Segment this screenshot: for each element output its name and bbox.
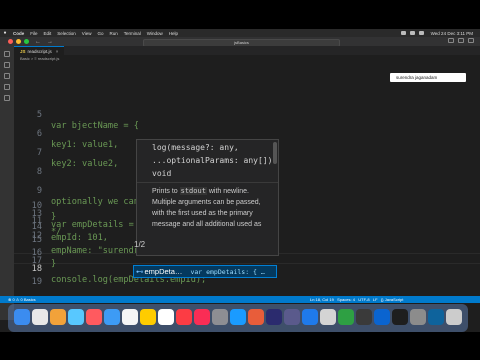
- explorer-icon[interactable]: [4, 51, 10, 57]
- doc-line: message and all additional used as: [152, 221, 262, 228]
- dock-app-icon[interactable]: [86, 309, 102, 325]
- dock-app-icon[interactable]: [356, 309, 372, 325]
- parameter-hint-tooltip: log(message?: any, ...optionalParams: an…: [136, 139, 279, 256]
- search-icon[interactable]: [418, 31, 424, 35]
- dock-app-icon[interactable]: [284, 309, 300, 325]
- extensions-icon[interactable]: [4, 95, 10, 101]
- menu-edit[interactable]: Edit: [41, 31, 55, 36]
- close-window-button[interactable]: [8, 39, 13, 44]
- dock-app-icon[interactable]: [410, 309, 426, 325]
- dock-app-icon[interactable]: [446, 309, 462, 325]
- dock-app-icon[interactable]: [14, 309, 30, 325]
- user-name-chip: surendra jaganadam: [390, 73, 466, 82]
- tooltip-scrollbar[interactable]: [273, 142, 277, 164]
- toggle-panel-icon[interactable]: [458, 38, 464, 43]
- menu-go[interactable]: Go: [94, 31, 106, 36]
- code-line: 5 var bjectName = {: [14, 99, 480, 131]
- dock-app-icon[interactable]: [50, 309, 66, 325]
- battery-icon[interactable]: [409, 31, 415, 35]
- dock-app-icon[interactable]: [320, 309, 336, 325]
- suggestion-label: empDeta…: [144, 267, 183, 276]
- menu-file[interactable]: File: [27, 31, 40, 36]
- dock-app-icon[interactable]: [194, 309, 210, 325]
- back-arrow-icon[interactable]: ←: [35, 39, 41, 45]
- tooltip-divider: [137, 182, 278, 183]
- close-tab-icon[interactable]: ×: [56, 49, 59, 54]
- status-bar: ⊗ 0 ⚠ 0 Basics Ln 18, Col 19 Spaces: 4 U…: [0, 296, 480, 303]
- dock-app-icon[interactable]: [68, 309, 84, 325]
- dock-app-icon[interactable]: [212, 309, 228, 325]
- toggle-sidebar-icon[interactable]: [448, 38, 454, 43]
- apple-icon[interactable]: ●: [0, 30, 10, 36]
- doc-text: with newline.: [206, 188, 249, 195]
- javascript-file-icon: JS: [20, 49, 26, 54]
- menu-run[interactable]: Run: [107, 31, 121, 36]
- menu-view[interactable]: View: [79, 31, 95, 36]
- title-bar: ← → jsBasics: [0, 37, 480, 47]
- line-number: 19: [31, 277, 42, 287]
- signature-line: void: [152, 169, 172, 178]
- search-view-icon[interactable]: [4, 62, 10, 68]
- dock-app-icon[interactable]: [374, 309, 390, 325]
- autocomplete-suggestion[interactable]: ⊷empDeta… var empDetails: { …: [133, 265, 277, 278]
- dock-app-icon[interactable]: [248, 309, 264, 325]
- doc-code: stdout: [179, 187, 207, 195]
- doc-text: Prints to: [152, 188, 180, 195]
- dock-app-icon[interactable]: [122, 309, 138, 325]
- doc-line: with the first used as the primary: [152, 210, 253, 217]
- screen: ● Code File Edit Selection View Go Run T…: [0, 29, 480, 332]
- menu-terminal[interactable]: Terminal: [121, 31, 144, 36]
- doc-line: Prints to stdout with newline.: [137, 186, 278, 197]
- forward-arrow-icon[interactable]: →: [47, 39, 53, 45]
- dock-app-icon[interactable]: [176, 309, 192, 325]
- status-right[interactable]: Ln 18, Col 19 Spaces: 4 UTF-8 LF {} Java…: [310, 296, 403, 303]
- dock-app-icon[interactable]: [302, 309, 318, 325]
- menu-help[interactable]: Help: [166, 31, 181, 36]
- menu-bar: ● Code File Edit Selection View Go Run T…: [0, 29, 480, 37]
- dock-app-icon[interactable]: [140, 309, 156, 325]
- tab-label: readscript.js: [27, 49, 52, 54]
- dock-app-icon[interactable]: [428, 309, 444, 325]
- doc-line: Multiple arguments can be passed,: [152, 199, 261, 206]
- wifi-icon[interactable]: [400, 31, 406, 35]
- activity-bar: [0, 46, 14, 320]
- dock-app-icon[interactable]: [392, 309, 408, 325]
- suggestion-detail: var empDetails: { …: [190, 268, 265, 276]
- source-control-icon[interactable]: [4, 73, 10, 79]
- dock-app-icon[interactable]: [230, 309, 246, 325]
- breadcrumb[interactable]: Basic > ≡ readscript.js: [20, 56, 59, 61]
- menu-window[interactable]: Window: [144, 31, 166, 36]
- menu-selection[interactable]: Selection: [54, 31, 79, 36]
- dock-app-icon[interactable]: [338, 309, 354, 325]
- dock-app-icon[interactable]: [158, 309, 174, 325]
- clock[interactable]: Wed 24 Dec 3:11 PM: [428, 31, 476, 36]
- dock-app-icon[interactable]: [266, 309, 282, 325]
- dock: [8, 304, 468, 332]
- menu-code[interactable]: Code: [10, 31, 27, 36]
- signature-line: ...optionalParams: any[]):: [152, 156, 278, 165]
- signature-line: log(message?: any,: [152, 143, 239, 152]
- dock-app-icon[interactable]: [32, 309, 48, 325]
- tab-bar: JS readscript.js ×: [14, 46, 480, 55]
- variable-icon: ⊷: [136, 267, 144, 276]
- overload-counter[interactable]: 1/2: [134, 240, 145, 249]
- zoom-window-button[interactable]: [24, 39, 29, 44]
- code-line: 6 key1: value1,: [14, 118, 480, 150]
- minimize-window-button[interactable]: [16, 39, 21, 44]
- run-debug-icon[interactable]: [4, 84, 10, 90]
- layout-icon[interactable]: [468, 38, 474, 43]
- dock-app-icon[interactable]: [104, 309, 120, 325]
- status-left[interactable]: ⊗ 0 ⚠ 0 Basics: [8, 296, 36, 303]
- tab-readscript[interactable]: JS readscript.js ×: [14, 46, 65, 55]
